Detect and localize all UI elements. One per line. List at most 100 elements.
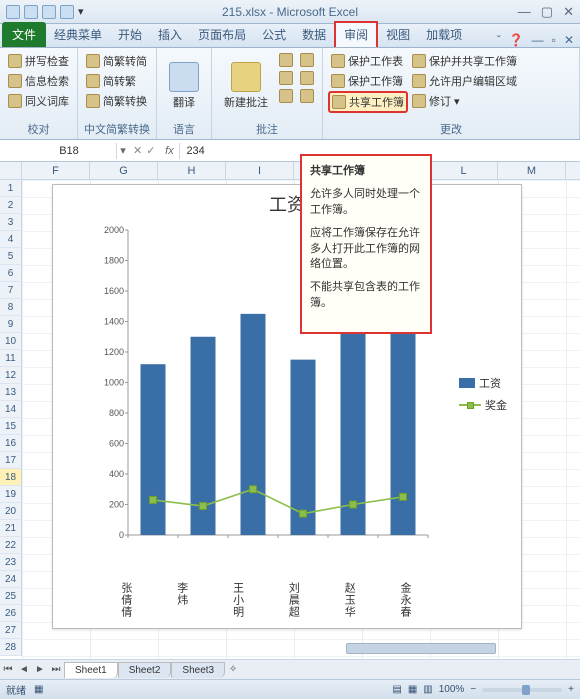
zoom-level[interactable]: 100% <box>439 684 465 695</box>
qat-dropdown-icon[interactable]: ▾ <box>78 5 84 18</box>
tab-view[interactable]: 视图 <box>378 22 418 47</box>
new-comment-button[interactable]: 新建批注 <box>218 52 274 119</box>
row-header[interactable]: 27 <box>0 622 22 639</box>
doc-close-icon[interactable]: ✕ <box>564 33 574 47</box>
comment-extra1-button[interactable] <box>298 52 316 68</box>
doc-minimize-icon[interactable]: — <box>532 33 544 47</box>
sheet-nav-prev[interactable]: ◄ <box>16 664 32 675</box>
undo-icon[interactable] <box>42 5 56 19</box>
share-workbook-button[interactable]: 共享工作簿 <box>329 92 407 112</box>
tab-data[interactable]: 数据 <box>294 22 334 47</box>
row-header[interactable]: 10 <box>0 333 22 350</box>
row-header[interactable]: 8 <box>0 299 22 316</box>
col-header[interactable]: I <box>226 162 294 179</box>
row-header[interactable]: 4 <box>0 231 22 248</box>
translate-button[interactable]: 翻译 <box>163 52 205 119</box>
row-header[interactable]: 3 <box>0 214 22 231</box>
accept-formula-icon[interactable]: ✓ <box>146 144 155 157</box>
tab-layout[interactable]: 页面布局 <box>190 22 254 47</box>
row-header[interactable]: 6 <box>0 265 22 282</box>
row-header[interactable]: 9 <box>0 316 22 333</box>
t2s-button[interactable]: 简繁转简 <box>84 52 149 70</box>
s2t-button[interactable]: 简转繁 <box>84 72 149 90</box>
sheet-tab-1[interactable]: Sheet1 <box>64 662 118 678</box>
row-header[interactable]: 21 <box>0 520 22 537</box>
cancel-formula-icon[interactable]: ✕ <box>133 144 142 157</box>
protect-book-button[interactable]: 保护工作簿 <box>329 72 407 90</box>
view-normal-icon[interactable]: ▤ <box>392 684 401 695</box>
next-comment-button[interactable] <box>277 70 295 86</box>
close-button[interactable]: ✕ <box>563 4 574 20</box>
view-pagebreak-icon[interactable]: ▥ <box>423 684 432 695</box>
tab-home[interactable]: 开始 <box>110 22 150 47</box>
zoom-in-button[interactable]: + <box>568 684 574 695</box>
col-header[interactable]: H <box>158 162 226 179</box>
tab-addins[interactable]: 加载项 <box>418 22 470 47</box>
tab-file[interactable]: 文件 <box>2 22 46 47</box>
row-header[interactable]: 17 <box>0 452 22 469</box>
col-header[interactable]: F <box>22 162 90 179</box>
thesaurus-button[interactable]: 同义词库 <box>6 92 71 110</box>
protect-share-button[interactable]: 保护并共享工作簿 <box>410 52 519 70</box>
row-header[interactable]: 18 <box>0 469 22 486</box>
svg-text:800: 800 <box>109 408 124 418</box>
allow-edit-button[interactable]: 允许用户编辑区域 <box>410 72 519 90</box>
comment-extra3-button[interactable] <box>298 88 316 104</box>
minimize-button[interactable]: — <box>518 4 531 20</box>
spellcheck-button[interactable]: 拼写检查 <box>6 52 71 70</box>
row-header[interactable]: 24 <box>0 571 22 588</box>
sheet-tab-2[interactable]: Sheet2 <box>118 662 172 678</box>
redo-icon[interactable] <box>60 5 74 19</box>
row-header[interactable]: 15 <box>0 418 22 435</box>
row-header[interactable]: 22 <box>0 537 22 554</box>
name-box[interactable]: B18 <box>22 143 117 159</box>
horizontal-scrollbar[interactable] <box>340 639 580 659</box>
row-header[interactable]: 25 <box>0 588 22 605</box>
row-header[interactable]: 20 <box>0 503 22 520</box>
zoom-slider[interactable] <box>482 688 562 692</box>
sheet-tab-3[interactable]: Sheet3 <box>171 662 225 678</box>
row-header[interactable]: 2 <box>0 197 22 214</box>
col-header[interactable]: M <box>498 162 566 179</box>
row-header[interactable]: 13 <box>0 384 22 401</box>
save-icon[interactable] <box>24 5 38 19</box>
prev-comment-button[interactable] <box>277 52 295 68</box>
conv-button[interactable]: 简繁转换 <box>84 92 149 110</box>
row-header[interactable]: 26 <box>0 605 22 622</box>
doc-restore-icon[interactable]: ▫ <box>552 33 556 47</box>
new-sheet-button[interactable]: ✧ <box>225 664 241 675</box>
comment-extra2-button[interactable] <box>298 70 316 86</box>
track-changes-button[interactable]: 修订 ▾ <box>410 92 519 110</box>
research-button[interactable]: 信息检索 <box>6 72 71 90</box>
sheet-nav-last[interactable]: ⏭ <box>48 664 64 675</box>
show-comments-button[interactable] <box>277 88 295 104</box>
tab-classic[interactable]: 经典菜单 <box>46 22 110 47</box>
tab-insert[interactable]: 插入 <box>150 22 190 47</box>
embedded-chart[interactable]: 工资 0200400600800100012001400160018002000… <box>52 184 522 629</box>
namebox-dropdown-icon[interactable]: ▾ <box>117 144 129 157</box>
row-header[interactable]: 12 <box>0 367 22 384</box>
fx-icon[interactable]: fx <box>159 145 179 157</box>
col-header[interactable]: L <box>430 162 498 179</box>
row-header[interactable]: 19 <box>0 486 22 503</box>
row-header[interactable]: 28 <box>0 639 22 656</box>
protect-sheet-button[interactable]: 保护工作表 <box>329 52 407 70</box>
sheet-nav-next[interactable]: ► <box>32 664 48 675</box>
ribbon-minimize-icon[interactable]: ˇ <box>497 33 501 47</box>
col-header[interactable]: G <box>90 162 158 179</box>
zoom-out-button[interactable]: − <box>470 684 476 695</box>
maximize-button[interactable]: ▢ <box>541 4 553 20</box>
row-header[interactable]: 11 <box>0 350 22 367</box>
view-pagelayout-icon[interactable]: ▦ <box>408 684 417 695</box>
row-header[interactable]: 7 <box>0 282 22 299</box>
tab-formulas[interactable]: 公式 <box>254 22 294 47</box>
row-header[interactable]: 14 <box>0 401 22 418</box>
row-header[interactable]: 23 <box>0 554 22 571</box>
row-header[interactable]: 16 <box>0 435 22 452</box>
select-all-corner[interactable] <box>0 162 22 179</box>
tab-review[interactable]: 审阅 <box>334 21 378 47</box>
row-header[interactable]: 1 <box>0 180 22 197</box>
sheet-nav-first[interactable]: ⏮ <box>0 664 16 675</box>
row-header[interactable]: 5 <box>0 248 22 265</box>
help-icon[interactable]: ❓ <box>509 33 524 47</box>
